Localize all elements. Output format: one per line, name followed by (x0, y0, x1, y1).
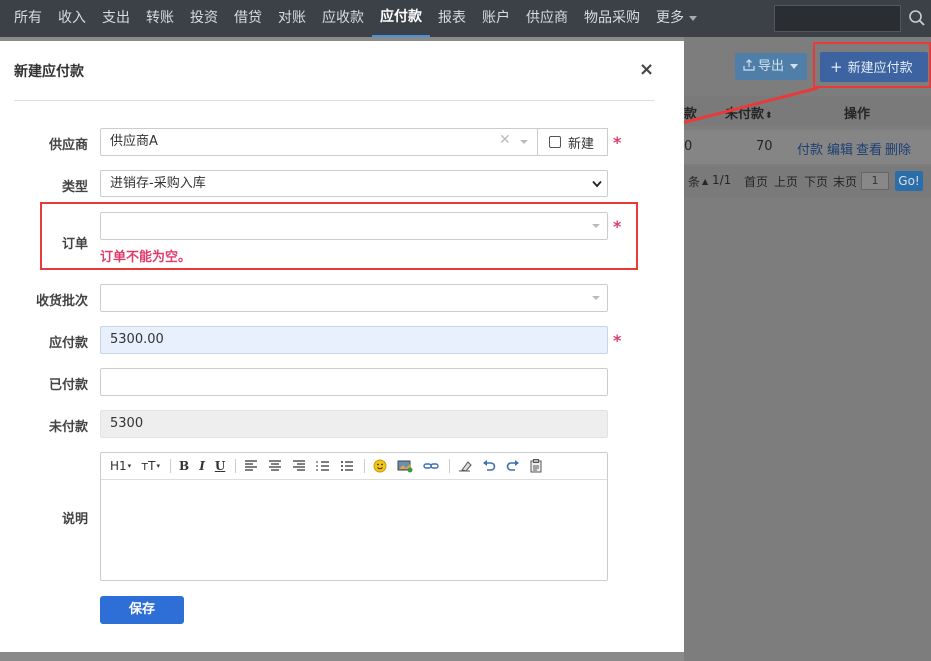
underline-icon[interactable]: U (215, 458, 225, 474)
pager-next[interactable]: 下页 (804, 173, 828, 190)
chevron-down-icon (520, 140, 528, 144)
font-size-label: тT (141, 459, 156, 473)
heading-button[interactable]: H1 ▾ (110, 458, 131, 474)
toolbar-divider (170, 459, 172, 473)
emoji-icon[interactable] (373, 458, 387, 474)
save-button[interactable]: 保存 (100, 596, 184, 624)
toolbar-divider (449, 459, 451, 473)
pager-prev[interactable]: 上页 (774, 173, 798, 190)
description-label: 说明 (61, 512, 88, 527)
chevron-down-icon: ▾ (127, 462, 132, 470)
clear-icon[interactable]: ✕ (499, 132, 511, 148)
export-label: 导出 (758, 59, 785, 74)
batch-select[interactable] (100, 284, 608, 312)
chevron-down-icon (689, 15, 697, 21)
upload-icon (743, 59, 755, 71)
nav-item-investment[interactable]: 投资 (182, 0, 226, 37)
toolbar-divider (364, 459, 366, 473)
nav-item-expense[interactable]: 支出 (94, 0, 138, 37)
chevron-down-icon (592, 296, 600, 300)
close-icon[interactable]: × (639, 59, 654, 80)
font-size-button[interactable]: тT ▾ (141, 458, 160, 474)
align-right-icon[interactable] (292, 458, 306, 474)
toolbar-divider (235, 459, 237, 473)
nav-item-payable[interactable]: 应付款 (372, 0, 430, 37)
type-label: 类型 (61, 180, 88, 195)
caret-up-icon: ▲ (702, 177, 709, 186)
nav-item-purchase[interactable]: 物品采购 (576, 0, 648, 37)
export-button[interactable]: 导出 (735, 53, 807, 80)
eraser-icon[interactable] (458, 458, 472, 474)
column-header-ops: 操作 (844, 107, 871, 122)
nav-item-all[interactable]: 所有 (0, 0, 50, 37)
supplier-select[interactable]: 供应商A (100, 128, 538, 156)
nav-item-loan[interactable]: 借贷 (226, 0, 270, 37)
ordered-list-icon[interactable] (316, 458, 330, 474)
undo-icon[interactable] (482, 458, 496, 474)
search-icon[interactable] (908, 9, 926, 27)
new-supplier-checkbox[interactable] (549, 136, 561, 148)
pager-page-info: 1/1 (711, 173, 732, 187)
align-center-icon[interactable] (268, 458, 282, 474)
payable-input[interactable]: 5300.00 (100, 326, 608, 354)
go-button[interactable]: Go! (895, 171, 923, 191)
chevron-down-icon: ▾ (156, 462, 161, 470)
editor-toolbar: H1 ▾ тT ▾ B I U (101, 453, 607, 480)
unordered-list-icon[interactable] (340, 458, 354, 474)
chevron-down-icon (790, 64, 799, 69)
supplier-label: 供应商 (48, 138, 88, 153)
new-payable-dialog: 新建应付款 × 供应商 供应商A ✕ 新建 * 类型 进销存-采购入库 订单 *… (0, 41, 684, 652)
payable-label: 应付款 (48, 336, 88, 351)
view-link[interactable]: 查看 (856, 139, 882, 158)
nav-item-reconcile[interactable]: 对账 (270, 0, 314, 37)
pager-count-suffix: 条 (688, 175, 701, 189)
pager-last[interactable]: 末页 (833, 173, 857, 190)
nav-item-income[interactable]: 收入 (50, 0, 94, 37)
dialog-title: 新建应付款 (14, 64, 84, 80)
required-marker: * (613, 331, 622, 350)
nav-item-reports[interactable]: 报表 (430, 0, 474, 37)
redo-icon[interactable] (506, 458, 520, 474)
dialog-divider (14, 100, 654, 101)
delete-link[interactable]: 删除 (885, 139, 911, 158)
heading-label: H1 (110, 459, 127, 473)
pager-first[interactable]: 首页 (744, 173, 768, 190)
bold-icon[interactable]: B (179, 458, 189, 474)
nav-item-more[interactable]: 更多 (648, 0, 705, 37)
link-icon[interactable] (423, 458, 439, 474)
pager-info: ▲ 1/1 (702, 173, 731, 187)
nav-more-label: 更多 (656, 10, 684, 26)
batch-label: 收货批次 (35, 294, 88, 309)
image-icon[interactable] (397, 458, 413, 474)
align-left-icon[interactable] (244, 458, 258, 474)
top-nav: 所有 收入 支出 转账 投资 借贷 对账 应收款 应付款 报表 账户 供应商 物… (0, 0, 931, 37)
description-editor[interactable]: H1 ▾ тT ▾ B I U (100, 452, 608, 581)
search-input[interactable] (774, 5, 901, 32)
row-unpaid-value: 70 (756, 139, 773, 154)
type-select[interactable]: 进销存-采购入库 (100, 170, 608, 197)
row-left-value: 0 (684, 139, 693, 154)
chevron-down-icon (592, 180, 602, 188)
new-supplier-label: 新建 (568, 136, 595, 152)
required-marker: * (613, 133, 622, 152)
new-supplier-toggle[interactable]: 新建 (537, 128, 608, 156)
nav-item-transfer[interactable]: 转账 (138, 0, 182, 37)
nav-item-receivable[interactable]: 应收款 (314, 0, 372, 37)
unpaid-label: 未付款 (48, 420, 88, 435)
edit-link[interactable]: 编辑 (827, 139, 853, 158)
unpaid-value: 5300 (100, 410, 608, 438)
nav-item-suppliers[interactable]: 供应商 (518, 0, 576, 37)
paid-input[interactable] (100, 368, 608, 396)
page-number-input[interactable]: 1 (861, 172, 889, 190)
paid-label: 已付款 (48, 378, 88, 393)
pay-link[interactable]: 付款 (797, 139, 823, 158)
annotation-highlight-new-button (813, 42, 931, 88)
annotation-highlight-order (40, 202, 638, 270)
paste-text-icon[interactable] (530, 458, 542, 474)
italic-icon[interactable]: I (199, 458, 205, 474)
nav-item-accounts[interactable]: 账户 (474, 0, 518, 37)
